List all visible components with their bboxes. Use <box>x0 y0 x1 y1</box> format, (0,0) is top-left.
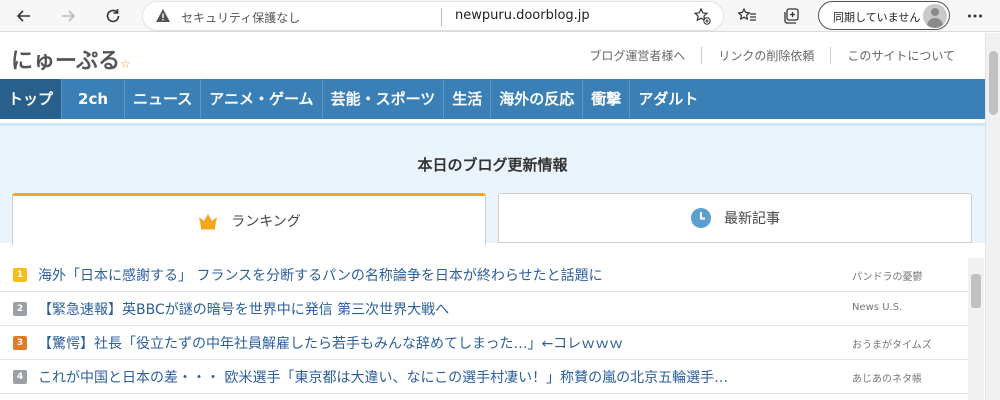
more-dots-icon <box>968 14 982 18</box>
update-info-panel: 本日のブログ更新情報 ランキング 最新記事 <box>0 123 985 245</box>
more-menu-button[interactable] <box>961 2 989 30</box>
nav-item-adult[interactable]: アダルト <box>630 79 706 119</box>
nav-item-news[interactable]: ニュース <box>125 79 202 119</box>
arrow-left-icon <box>16 10 30 22</box>
sync-label: 同期していません <box>833 11 921 24</box>
article-title[interactable]: 【緊急速報】英BBCが謎の暗号を世界中に発信 第三次世界大戦へ <box>38 299 449 319</box>
logo-star-icon: ☆ <box>120 57 131 71</box>
reload-button[interactable] <box>99 2 127 30</box>
arrow-right-icon <box>62 10 76 22</box>
site-logo-text: にゅーぷる <box>11 49 121 74</box>
add-favorite-icon[interactable] <box>693 7 711 29</box>
collections-button[interactable] <box>777 2 805 30</box>
nav-item-overseas-reaction[interactable]: 海外の反応 <box>491 79 584 119</box>
ranking-list: 1 海外「日本に感謝する」 フランスを分断するパンの名称論争を日本が終わらせたと… <box>0 258 970 394</box>
avatar-icon <box>923 4 947 28</box>
category-nav: トップ 2ch ニュース アニメ・ゲーム 芸能・スポーツ 生活 海外の反応 衝撃… <box>0 79 985 119</box>
address-divider <box>441 8 442 26</box>
list-item[interactable]: 4 これが中国と日本の差・・・ 欧米選手「東京都は大違い、なにこの選手村凄い！」… <box>0 360 970 394</box>
list-item[interactable]: 2 【緊急速報】英BBCが謎の暗号を世界中に発信 第三次世界大戦へ News U… <box>0 292 970 326</box>
web-page: にゅーぷる☆ ブログ運営者様へ リンクの削除依頼 このサイトについて トップ 2… <box>0 33 985 400</box>
url-text[interactable]: newpuru.doorblog.jp <box>455 8 590 23</box>
list-item[interactable]: 3 【驚愕】社長「役立たずの中年社員解雇したら若手もみんな辞めてしまった…」←コ… <box>0 326 970 360</box>
rank-badge: 1 <box>13 268 27 282</box>
nav-item-anime-game[interactable]: アニメ・ゲーム <box>201 79 323 119</box>
crown-icon <box>197 212 219 230</box>
collections-icon <box>784 8 799 24</box>
link-about-site[interactable]: このサイトについて <box>830 47 971 64</box>
clock-icon <box>690 207 712 229</box>
reload-icon <box>106 9 120 23</box>
favorites-button[interactable] <box>733 2 761 30</box>
rank-badge: 2 <box>13 302 27 316</box>
tab-latest-articles[interactable]: 最新記事 <box>498 193 972 243</box>
favorites-star-icon <box>737 7 756 21</box>
source-site[interactable]: おうまがタイムズ <box>852 336 932 351</box>
rank-badge: 4 <box>13 370 27 384</box>
article-title[interactable]: 海外「日本に感謝する」 フランスを分断するパンの名称論争を日本が終わらせたと話題… <box>38 265 603 285</box>
link-blog-owners[interactable]: ブログ運営者様へ <box>573 47 701 64</box>
article-title[interactable]: これが中国と日本の差・・・ 欧米選手「東京都は大違い、なにこの選手村凄い！」称賛… <box>38 367 728 387</box>
nav-item-life[interactable]: 生活 <box>444 79 492 119</box>
list-scrollbar[interactable] <box>968 258 984 400</box>
tab-ranking[interactable]: ランキング <box>12 193 486 245</box>
list-item[interactable]: 1 海外「日本に感謝する」 フランスを分断するパンの名称論争を日本が終わらせたと… <box>0 258 970 292</box>
forward-button[interactable] <box>54 2 82 30</box>
tab-latest-label: 最新記事 <box>724 211 780 227</box>
tab-ranking-label: ランキング <box>231 213 301 230</box>
page-scrollbar[interactable] <box>985 33 1000 400</box>
site-logo[interactable]: にゅーぷる☆ <box>11 43 131 75</box>
article-title[interactable]: 【驚愕】社長「役立たずの中年社員解雇したら若手もみんな辞めてしまった…」←コレｗ… <box>38 333 623 353</box>
nav-item-entertainment-sports[interactable]: 芸能・スポーツ <box>323 79 445 119</box>
page-scroll-thumb[interactable] <box>989 51 998 115</box>
browser-toolbar: セキュリティ保護なし newpuru.doorblog.jp 同期していません <box>0 0 1000 32</box>
section-title: 本日のブログ更新情報 <box>417 156 568 174</box>
link-removal-request[interactable]: リンクの削除依頼 <box>701 47 830 64</box>
sync-profile-button[interactable]: 同期していません <box>818 1 950 30</box>
rank-badge: 3 <box>13 336 27 350</box>
list-scroll-thumb[interactable] <box>971 274 981 308</box>
source-site[interactable]: あじあのネタ帳 <box>852 370 922 385</box>
source-site[interactable]: News U.S. <box>852 302 902 313</box>
security-label[interactable]: セキュリティ保護なし <box>181 9 300 26</box>
source-site[interactable]: パンドラの憂鬱 <box>852 268 923 283</box>
header-links: ブログ運営者様へ リンクの削除依頼 このサイトについて <box>573 47 971 64</box>
nav-item-shock[interactable]: 衝撃 <box>583 79 631 119</box>
nav-item-top[interactable]: トップ <box>0 79 63 119</box>
back-button[interactable] <box>10 2 38 30</box>
warning-icon <box>155 8 171 28</box>
address-bar[interactable]: セキュリティ保護なし newpuru.doorblog.jp <box>142 1 724 31</box>
nav-item-2ch[interactable]: 2ch <box>62 79 126 119</box>
